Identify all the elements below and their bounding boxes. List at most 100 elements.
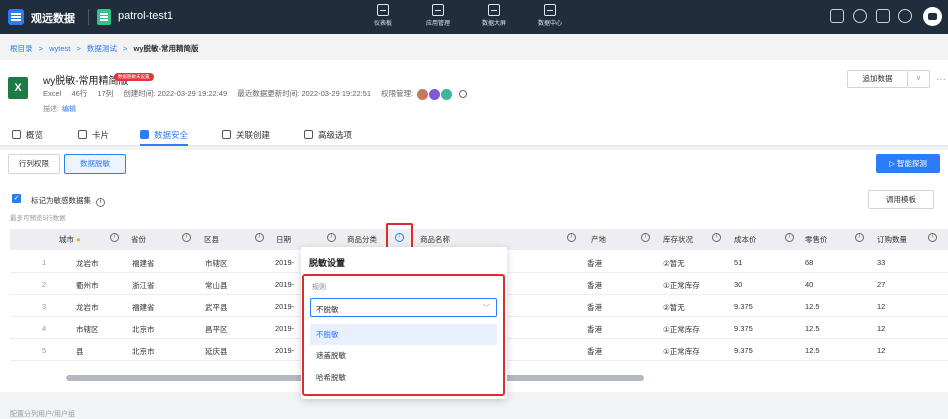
- nav-data-center[interactable]: 数据中心: [530, 4, 570, 27]
- tab-label: 关联创建: [236, 130, 271, 140]
- tab-link-create[interactable]: 关联创建: [222, 129, 270, 146]
- filter-icon[interactable]: /: [785, 233, 794, 242]
- rule-option[interactable]: 不脱敏: [310, 324, 497, 345]
- shield-icon: [140, 130, 149, 139]
- table-cell: ②暂无: [663, 303, 685, 312]
- table-cell: 龙岩市: [76, 259, 99, 268]
- link-icon: [222, 130, 231, 139]
- tab-label: 高级选项: [318, 130, 353, 140]
- crumb-folder[interactable]: 数据测试: [87, 44, 117, 53]
- table-cell: 51: [734, 258, 743, 267]
- rule-select[interactable]: 不脱敏 ﹀: [310, 298, 497, 317]
- filter-icon[interactable]: /: [255, 233, 264, 242]
- use-template-button[interactable]: 调用模板: [868, 190, 934, 209]
- filter-icon[interactable]: /: [182, 233, 191, 242]
- column-header: 日期: [276, 235, 291, 244]
- source-type: Excel: [43, 89, 62, 98]
- tab-data-security[interactable]: 数据安全: [140, 129, 189, 146]
- filter-icon[interactable]: /: [928, 233, 937, 242]
- column-header: 零售价: [805, 235, 828, 244]
- table-cell: 龙岩市: [76, 303, 99, 312]
- notification-icon[interactable]: [830, 9, 844, 23]
- data-center-icon: [544, 4, 556, 16]
- table-cell: 市辖区: [205, 259, 228, 268]
- table-cell: 12: [877, 346, 886, 355]
- excel-icon: X: [8, 77, 28, 99]
- overview-icon: [12, 130, 21, 139]
- table-cell: 2019-: [275, 346, 295, 355]
- avatar[interactable]: [417, 88, 429, 100]
- add-owner-icon[interactable]: [459, 90, 468, 99]
- table-cell: 北京市: [132, 347, 155, 356]
- dataset-tab-title[interactable]: patrol-test1: [118, 10, 173, 22]
- rule-option[interactable]: 哈希脱敏: [310, 367, 497, 388]
- table-cell: 40: [805, 280, 814, 289]
- col-count: 17列: [97, 89, 114, 98]
- table-cell: 9.375: [734, 324, 753, 333]
- row-number: 4: [42, 324, 47, 333]
- filter-icon[interactable]: /: [712, 233, 721, 242]
- tab-cards[interactable]: 卡片: [78, 129, 109, 146]
- sensitive-checkbox[interactable]: ✓: [12, 194, 21, 203]
- search-icon[interactable]: [898, 9, 912, 23]
- crumb-root[interactable]: 根目录: [10, 44, 33, 53]
- nav-dashboard[interactable]: 仪表板: [363, 4, 403, 27]
- avatar[interactable]: [429, 88, 441, 100]
- crumb-separator: >: [38, 44, 43, 53]
- updated-time: 最近数据更新时间: 2022-03-29 19:22:51: [237, 89, 372, 98]
- table-cell: 市辖区: [76, 325, 99, 334]
- column-header: 库存状况: [663, 235, 693, 244]
- crumb-wytest[interactable]: wytest: [49, 44, 70, 53]
- nav-app-management[interactable]: 应用管理: [418, 4, 458, 27]
- apps-grid-icon[interactable]: [876, 9, 890, 23]
- status-badge: 数据脱敏未设置: [114, 73, 154, 81]
- rule-select-value: 不脱敏: [316, 305, 339, 314]
- tab-advanced[interactable]: 高级选项: [304, 129, 352, 146]
- subtab-data-masking[interactable]: 数据脱敏: [64, 154, 126, 174]
- info-icon[interactable]: i: [96, 198, 105, 207]
- filter-icon[interactable]: /: [567, 233, 576, 242]
- sensitive-label: 标记为敏感数据集 i: [31, 195, 105, 207]
- filter-icon[interactable]: /: [110, 233, 119, 242]
- rule-option[interactable]: 遮盖脱敏: [310, 345, 497, 366]
- table-cell: 9.375: [734, 346, 753, 355]
- filter-icon[interactable]: /: [855, 233, 864, 242]
- table-cell: 香港: [587, 281, 602, 290]
- card-icon: [78, 130, 87, 139]
- avatar[interactable]: [441, 88, 453, 100]
- chevron-down-icon[interactable]: v: [908, 70, 930, 88]
- table-cell: 武平县: [205, 303, 228, 312]
- table-cell: 12: [877, 324, 886, 333]
- app-icon: [432, 4, 444, 16]
- tab-overview[interactable]: 概览: [12, 129, 43, 146]
- filter-icon[interactable]: /: [641, 233, 650, 242]
- help-icon[interactable]: [853, 9, 867, 23]
- rule-label: 规则: [312, 284, 326, 291]
- table-cell: 浙江省: [132, 281, 155, 290]
- desc-edit-link[interactable]: 编辑: [62, 106, 76, 113]
- row-number: 5: [42, 346, 47, 355]
- dataset-meta: Excel 46行 17列 创建时间: 2022-03-29 19:22:49 …: [43, 88, 468, 100]
- table-cell: 昌平区: [205, 325, 228, 334]
- sensitive-label-text: 标记为敏感数据集: [31, 196, 91, 205]
- tab-bar: 概览 卡片 数据安全 关联创建 高级选项: [0, 126, 948, 146]
- table-cell: ①正常库存: [663, 325, 700, 334]
- nav-data-screen[interactable]: 数据大屏: [474, 4, 514, 27]
- smart-detect-button[interactable]: ▷ 智能探测: [876, 154, 940, 173]
- table-cell: 香港: [587, 325, 602, 334]
- add-data-button[interactable]: 追加数据: [847, 70, 908, 88]
- row-number: 3: [42, 302, 47, 311]
- more-icon[interactable]: ···: [936, 74, 946, 85]
- warning-icon: ●: [76, 235, 81, 244]
- divider: [88, 9, 89, 25]
- subtab-row-col-permission[interactable]: 行列权限: [8, 154, 60, 174]
- screen-icon: [488, 4, 500, 16]
- row-number: 1: [42, 258, 47, 267]
- preview-note: 最多可预览5行数据: [10, 215, 66, 222]
- logo-icon[interactable]: [8, 9, 24, 25]
- table-cell: 县: [76, 347, 84, 356]
- table-cell: ②暂无: [663, 259, 685, 268]
- table-cell: 9.375: [734, 302, 753, 311]
- user-avatar[interactable]: [923, 7, 942, 26]
- filter-icon[interactable]: /: [327, 233, 336, 242]
